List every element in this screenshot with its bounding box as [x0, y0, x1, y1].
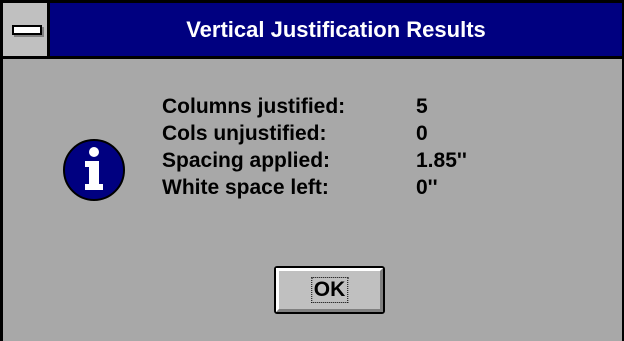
result-label: Cols unjustified:: [162, 122, 327, 145]
info-icon: [63, 139, 125, 201]
result-label: White space left:: [162, 176, 329, 199]
result-label: Columns justified:: [162, 95, 346, 118]
result-value: 1.85'': [416, 149, 467, 172]
window-title: Vertical Justification Results: [186, 17, 486, 42]
ok-button[interactable]: OK: [274, 266, 385, 314]
result-value: 0: [416, 122, 428, 145]
dialog-window: Vertical Justification Results Columns j…: [0, 0, 624, 341]
result-label: Spacing applied:: [162, 149, 331, 172]
title-bar[interactable]: Vertical Justification Results: [3, 3, 622, 59]
ok-button-label: OK: [310, 277, 349, 303]
system-menu-icon: [12, 25, 42, 35]
system-menu-button[interactable]: [3, 3, 50, 56]
result-value: 0'': [416, 176, 438, 199]
result-value: 5: [416, 95, 428, 118]
